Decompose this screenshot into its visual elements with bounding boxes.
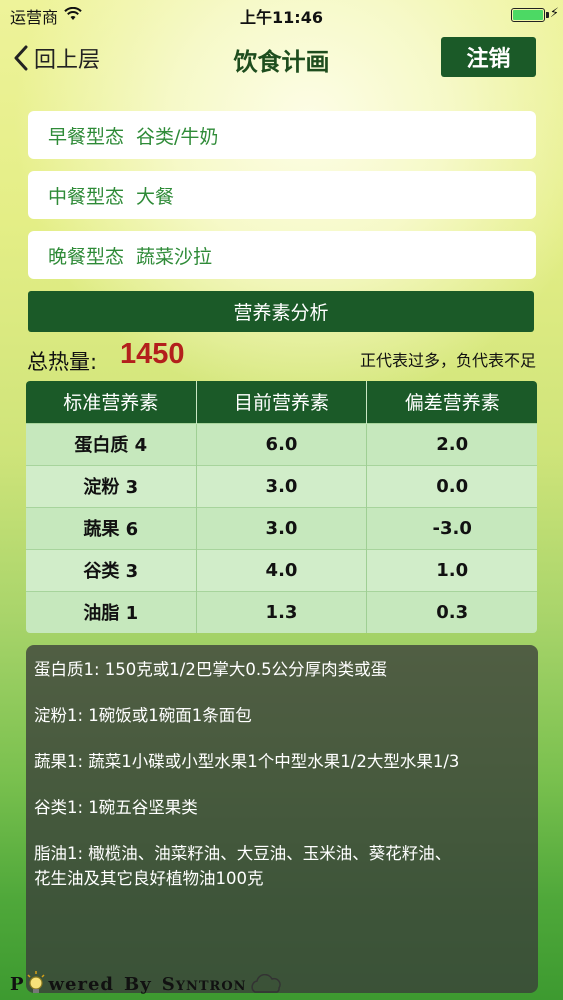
- current-cell: 1.3: [196, 590, 368, 633]
- note-starch: 淀粉1: 1碗饭或1碗面1条面包: [34, 706, 252, 725]
- current-cell: 4.0: [196, 548, 368, 591]
- note-grains: 谷类1: 1碗五谷坚果类: [34, 798, 198, 817]
- current-cell: 6.0: [196, 422, 368, 465]
- battery-tip: [546, 12, 549, 18]
- powered-by-footer: P wered By Syntron: [10, 970, 283, 998]
- deviation-cell: 2.0: [366, 422, 537, 465]
- cloud-icon: [251, 974, 281, 993]
- note-fruit-veg: 蔬果1: 蔬菜1小碟或小型水果1个中型水果1/2大型水果1/3: [34, 752, 460, 771]
- footer-wered: wered: [48, 973, 115, 995]
- dinner-value: 蔬菜沙拉: [136, 245, 213, 268]
- charging-icon: ⚡: [549, 6, 559, 21]
- column-header-standard: 标准营养素: [26, 381, 197, 423]
- breakfast-label: 早餐型态: [48, 125, 125, 148]
- lightbulb-icon: [27, 971, 45, 993]
- breakfast-value: 谷类/牛奶: [136, 125, 219, 148]
- deviation-cell: 0.3: [366, 590, 537, 633]
- back-button[interactable]: 回上层: [14, 40, 100, 76]
- nutrient-table: 标准营养素 目前营养素 偏差营养素 蛋白质 4 6.0 2.0 淀粉 3 3.0…: [26, 381, 537, 633]
- footer-by: By: [124, 973, 152, 995]
- chevron-left-icon: [14, 45, 28, 71]
- dinner-label: 晚餐型态: [48, 245, 125, 268]
- analyze-nutrients-button[interactable]: 营养素分析: [28, 291, 534, 332]
- current-cell: 3.0: [196, 506, 368, 549]
- note-oils: 脂油1: 橄榄油、油菜籽油、大豆油、玉米油、葵花籽油、: [34, 844, 452, 863]
- lunch-value: 大餐: [136, 185, 175, 208]
- deviation-cell: 1.0: [366, 548, 537, 591]
- status-time: 上午11:46: [240, 8, 323, 27]
- table-row: 油脂 1 1.3 0.3: [26, 590, 537, 633]
- table-header-row: 标准营养素 目前营养素 偏差营养素: [26, 381, 537, 423]
- battery-icon: [511, 8, 545, 22]
- note-oils-continued: 花生油及其它良好植物油100克: [34, 869, 264, 888]
- column-header-deviation: 偏差营养素: [366, 381, 537, 423]
- total-calories-value: 1450: [120, 338, 185, 370]
- back-label: 回上层: [34, 48, 101, 73]
- column-header-current: 目前营养素: [196, 381, 368, 423]
- standard-cell: 谷类 3: [26, 548, 197, 591]
- lunch-row[interactable]: 中餐型态 大餐: [28, 171, 536, 219]
- standard-cell: 淀粉 3: [26, 464, 197, 507]
- lunch-label: 中餐型态: [48, 185, 125, 208]
- table-row: 蛋白质 4 6.0 2.0: [26, 422, 537, 465]
- deviation-cell: -3.0: [366, 506, 537, 549]
- footer-p: P: [10, 973, 25, 995]
- deviation-legend-note: 正代表过多，负代表不足: [359, 351, 536, 370]
- footer-brand: Syntron: [161, 973, 247, 995]
- table-row: 谷类 3 4.0 1.0: [26, 548, 537, 591]
- logout-button[interactable]: 注销: [441, 37, 536, 77]
- breakfast-row[interactable]: 早餐型态 谷类/牛奶: [28, 111, 536, 159]
- status-bar: 运营商 上午11:46 ⚡: [0, 0, 563, 30]
- note-protein: 蛋白质1: 150克或1/2巴掌大0.5公分厚肉类或蛋: [34, 660, 388, 679]
- portion-notes-panel: 蛋白质1: 150克或1/2巴掌大0.5公分厚肉类或蛋 淀粉1: 1碗饭或1碗面…: [26, 645, 538, 993]
- standard-cell: 蛋白质 4: [26, 422, 197, 465]
- table-row: 蔬果 6 3.0 -3.0: [26, 506, 537, 549]
- dinner-row[interactable]: 晚餐型态 蔬菜沙拉: [28, 231, 536, 279]
- table-row: 淀粉 3 3.0 0.0: [26, 464, 537, 507]
- standard-cell: 蔬果 6: [26, 506, 197, 549]
- deviation-cell: 0.0: [366, 464, 537, 507]
- standard-cell: 油脂 1: [26, 590, 197, 633]
- current-cell: 3.0: [196, 464, 368, 507]
- total-calories-label: 总热量:: [27, 350, 98, 374]
